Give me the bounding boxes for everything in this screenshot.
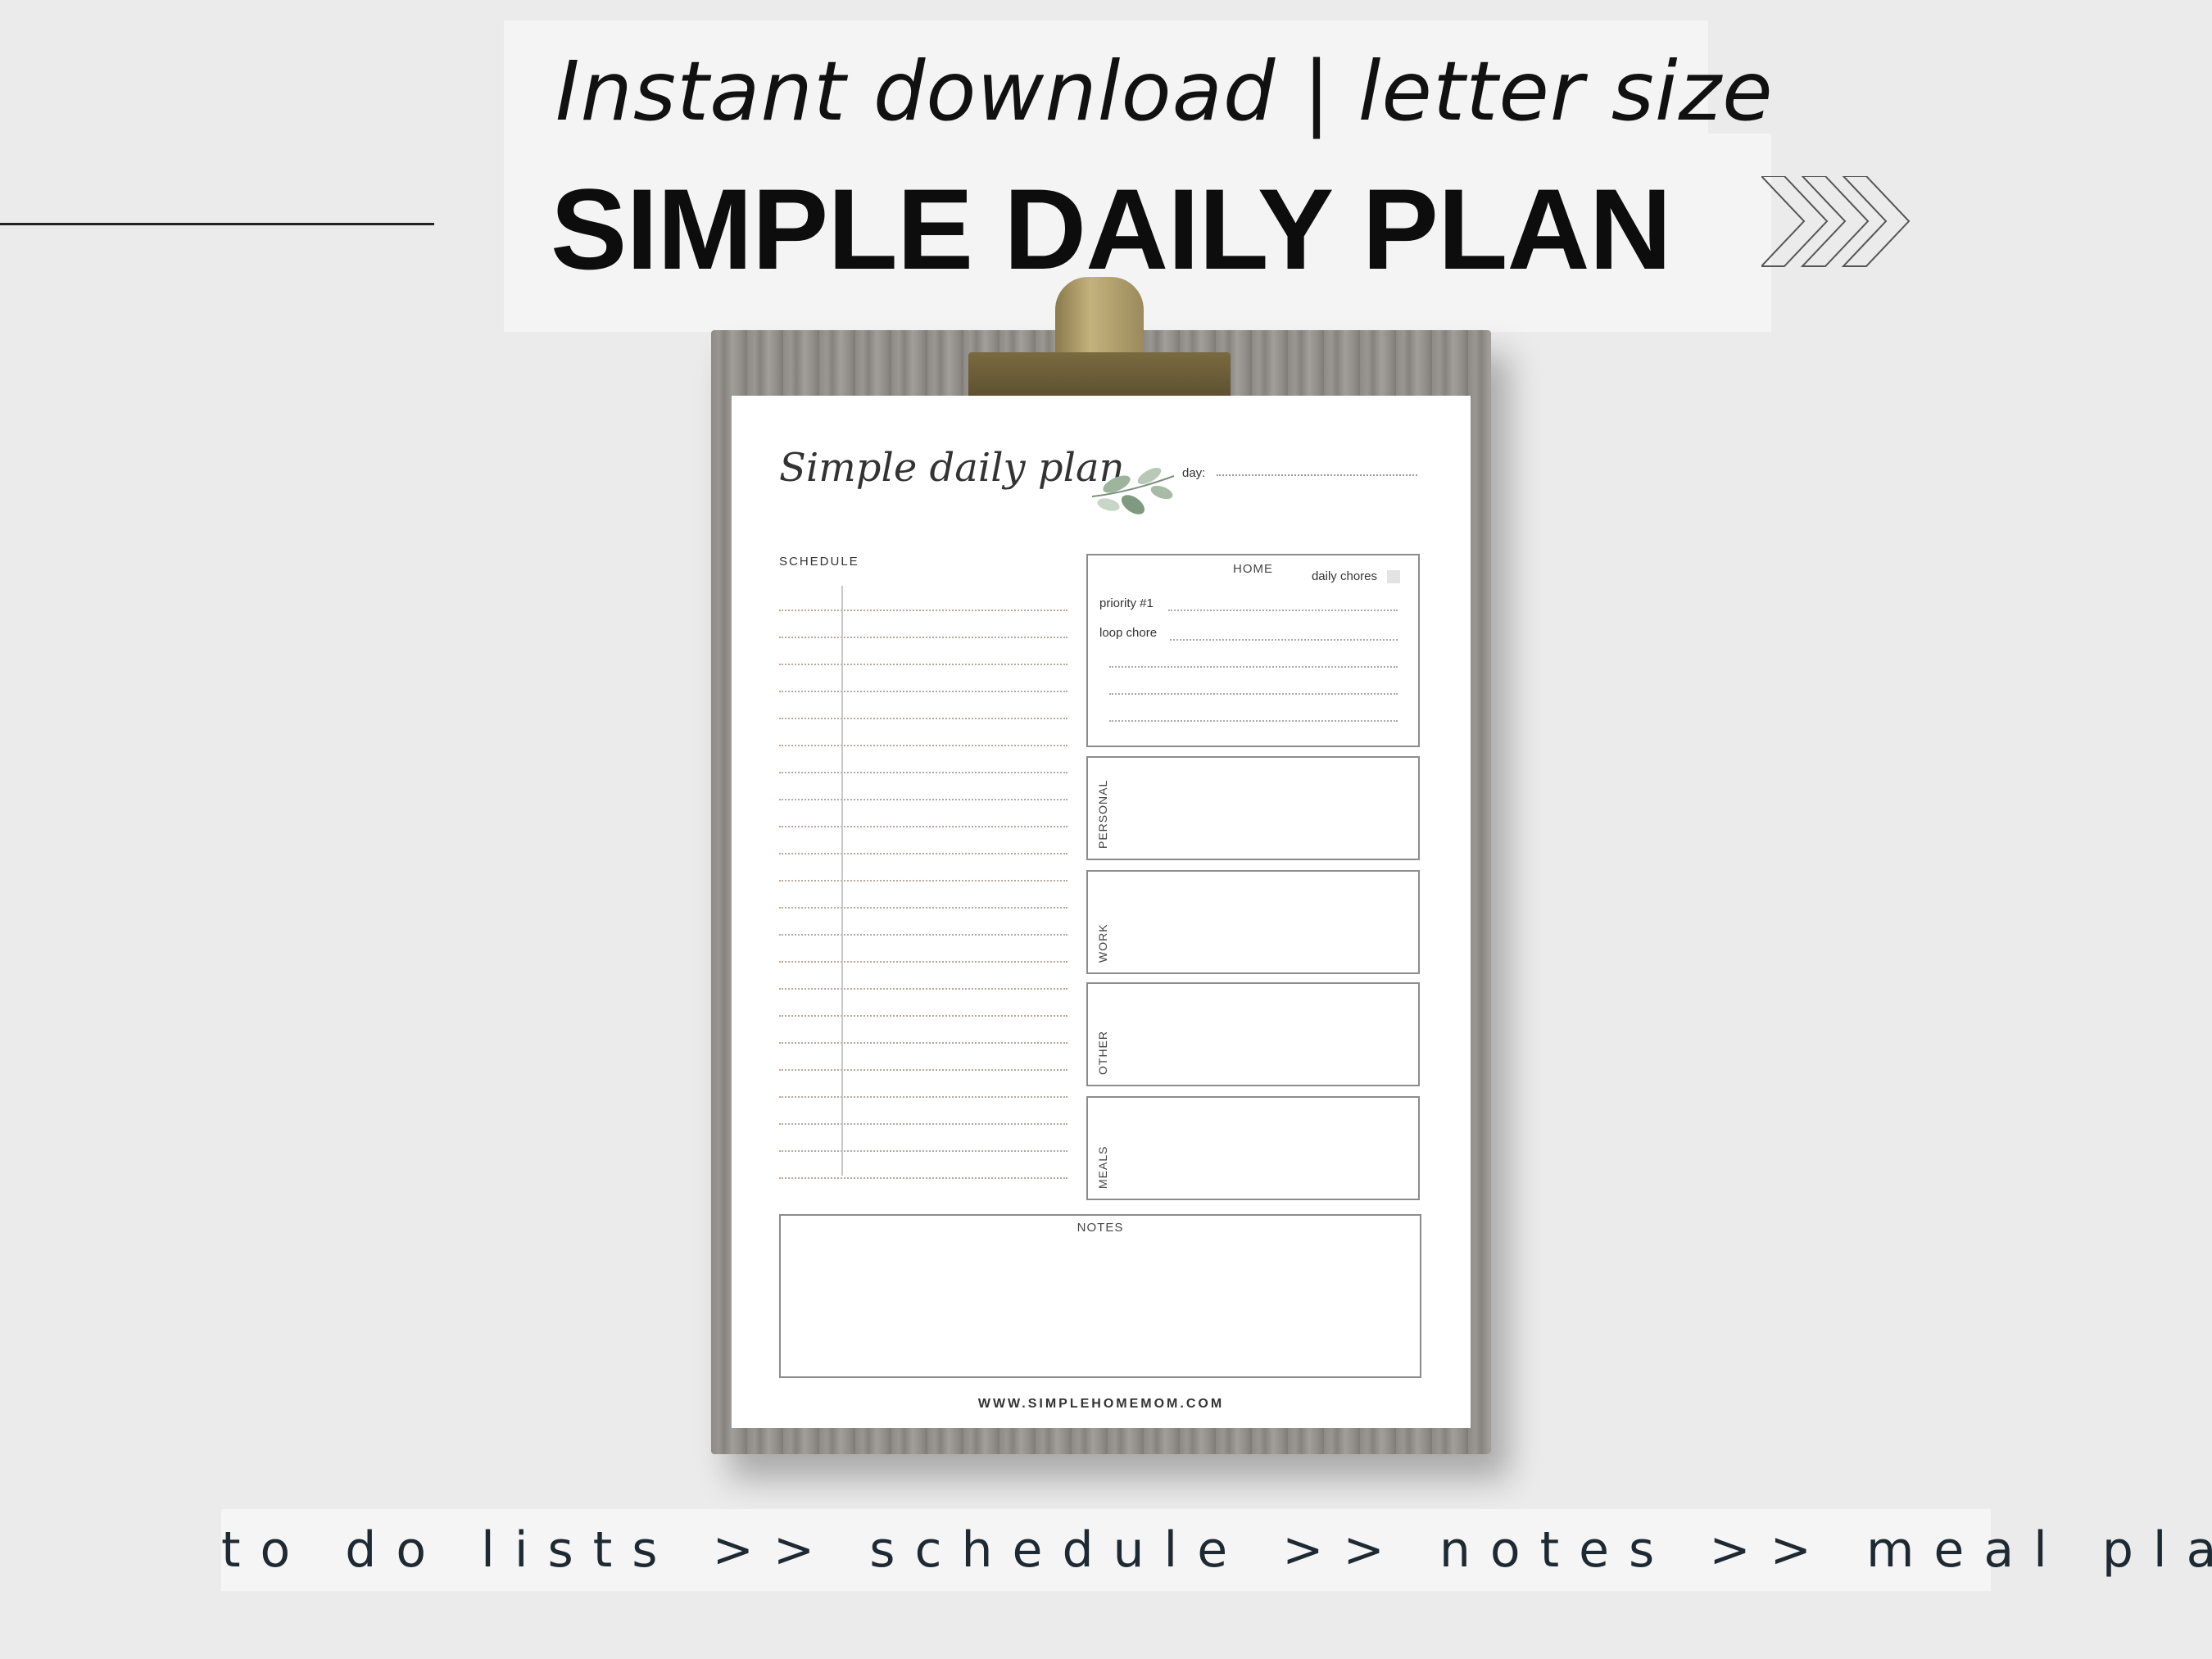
other-box[interactable]: OTHER	[1086, 982, 1420, 1086]
home-line[interactable]	[1109, 720, 1398, 722]
schedule-line[interactable]	[779, 1125, 1067, 1152]
schedule-line[interactable]	[779, 882, 1067, 909]
loop-chore-line[interactable]	[1170, 639, 1398, 641]
day-field[interactable]	[1217, 474, 1417, 476]
schedule-line[interactable]	[779, 1044, 1067, 1071]
schedule-line[interactable]	[779, 854, 1067, 882]
schedule-line[interactable]	[779, 746, 1067, 773]
other-label: OTHER	[1096, 1031, 1109, 1075]
website-url: WWW.SIMPLEHOMEMOM.COM	[977, 1397, 1225, 1411]
schedule-line[interactable]	[779, 827, 1067, 854]
home-line[interactable]	[1109, 693, 1398, 695]
schedule-title: SCHEDULE	[779, 555, 859, 569]
leaf-icon	[1091, 467, 1175, 514]
schedule-line[interactable]	[779, 1098, 1067, 1125]
notes-box[interactable]: NOTES	[779, 1214, 1421, 1378]
schedule-line[interactable]	[779, 773, 1067, 800]
schedule-line[interactable]	[779, 611, 1067, 638]
schedule-lines	[779, 584, 1067, 1179]
priority-line[interactable]	[1168, 610, 1398, 611]
notes-title: NOTES	[1077, 1221, 1124, 1235]
planner-sheet: Simple daily plan day: SCHEDULE HOME dai…	[732, 396, 1471, 1428]
chevrons-icon	[1761, 176, 1911, 267]
priority-label: priority #1	[1099, 596, 1154, 610]
page-title: SIMPLE DAILY PLAN	[551, 165, 1672, 293]
feature-tagline: to do lists >> schedule >> notes >> meal…	[221, 1521, 2212, 1579]
loop-chore-label: loop chore	[1099, 626, 1158, 640]
schedule-line[interactable]	[779, 1071, 1067, 1098]
schedule-line[interactable]	[779, 800, 1067, 827]
work-box[interactable]: WORK	[1086, 870, 1420, 974]
schedule-line[interactable]	[779, 936, 1067, 963]
daily-chores-checkbox[interactable]	[1387, 570, 1400, 583]
schedule-line[interactable]	[779, 990, 1067, 1017]
schedule-line[interactable]	[779, 1152, 1067, 1179]
day-label: day:	[1182, 466, 1206, 480]
meals-box[interactable]: MEALS	[1086, 1096, 1420, 1200]
daily-chores-label: daily chores	[1311, 569, 1377, 583]
meals-label: MEALS	[1096, 1145, 1109, 1189]
schedule-divider	[841, 586, 843, 1176]
schedule-line[interactable]	[779, 692, 1067, 719]
home-line[interactable]	[1109, 666, 1398, 668]
schedule-line[interactable]	[779, 1017, 1067, 1044]
schedule-line[interactable]	[779, 719, 1067, 746]
planner-script-title: Simple daily plan	[779, 445, 1125, 491]
home-box: HOME daily chores priority #1 loop chore	[1086, 554, 1420, 747]
work-label: WORK	[1096, 923, 1109, 963]
subtitle: Instant download | letter size	[555, 43, 1774, 139]
personal-label: PERSONAL	[1096, 779, 1109, 849]
schedule-line[interactable]	[779, 584, 1067, 611]
clip-base	[968, 352, 1231, 398]
personal-box[interactable]: PERSONAL	[1086, 756, 1420, 860]
decorative-line	[0, 223, 434, 225]
schedule-line[interactable]	[779, 963, 1067, 990]
schedule-line[interactable]	[779, 909, 1067, 936]
schedule-line[interactable]	[779, 638, 1067, 665]
schedule-line[interactable]	[779, 665, 1067, 692]
